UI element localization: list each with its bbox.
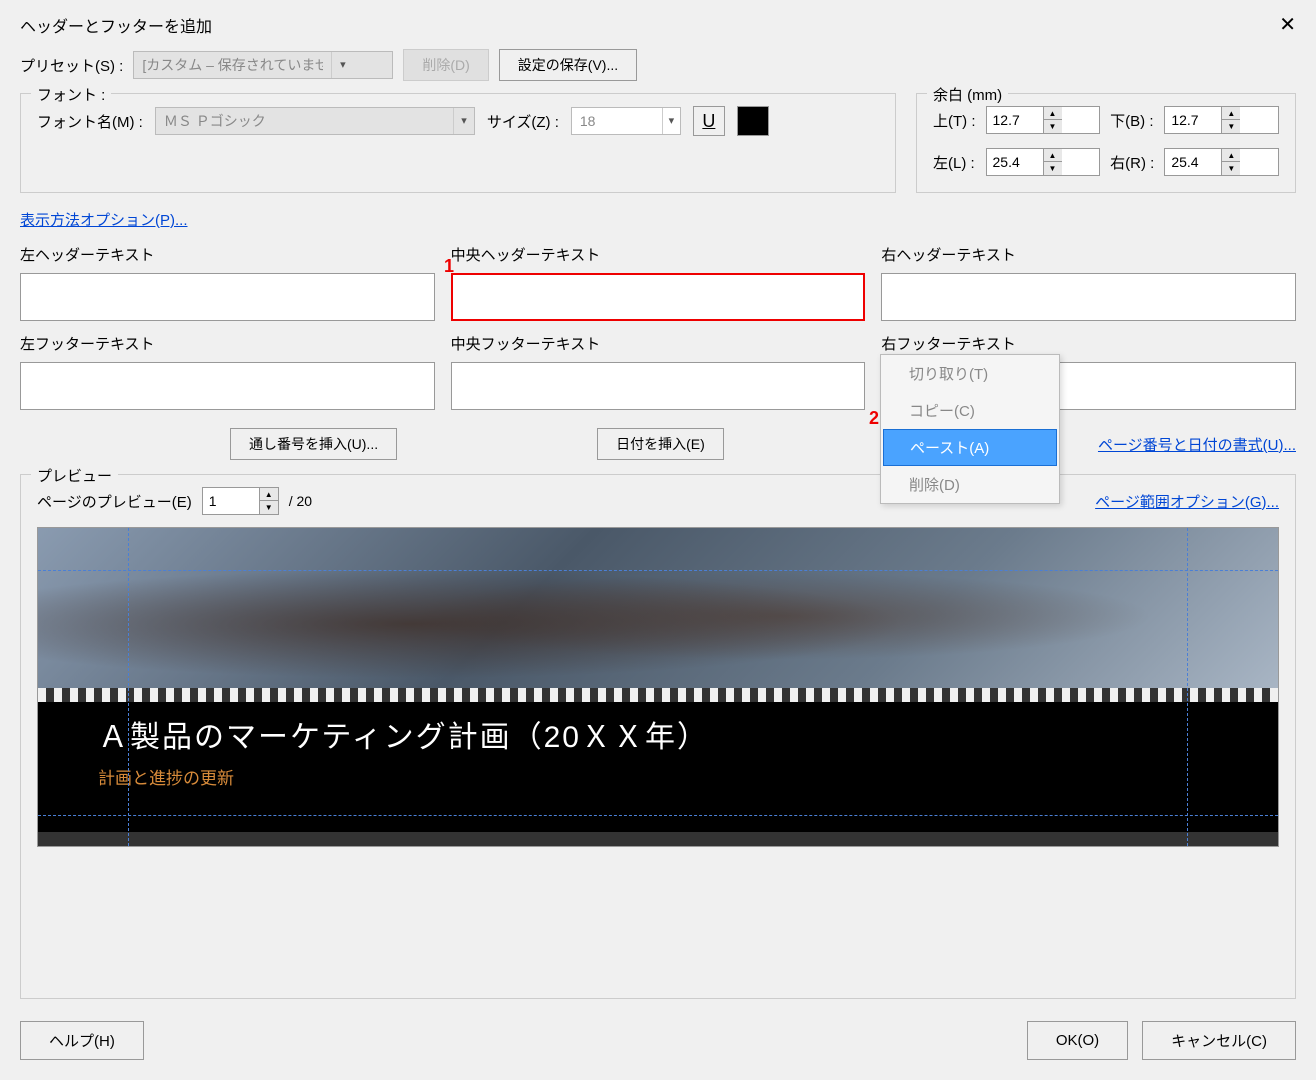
up-icon[interactable]: ▲ bbox=[1222, 107, 1240, 120]
preview-legend: プレビュー bbox=[31, 465, 118, 486]
font-fieldset: フォント : フォント名(M) : ▾ サイズ(Z) : ▾ U bbox=[20, 93, 896, 193]
preview-fieldset: プレビュー ページのプレビュー(E) ▲▼ / 20 ページ範囲オプション(G)… bbox=[20, 474, 1296, 999]
margin-bottom-input[interactable] bbox=[1165, 107, 1221, 133]
margin-top-input[interactable] bbox=[987, 107, 1043, 133]
down-icon[interactable]: ▼ bbox=[260, 501, 278, 514]
chevron-down-icon[interactable]: ▾ bbox=[662, 108, 680, 134]
left-header-label: 左ヘッダーテキスト bbox=[20, 244, 435, 265]
close-icon[interactable]: ✕ bbox=[1279, 12, 1296, 37]
preview-dark: Ａ製品のマーケティング計画（20ＸＸ年） 計画と進捗の更新 bbox=[38, 702, 1278, 832]
down-icon[interactable]: ▼ bbox=[1044, 120, 1062, 133]
left-header-input[interactable] bbox=[20, 273, 435, 321]
context-copy: コピー(C) bbox=[881, 392, 1059, 429]
up-icon[interactable]: ▲ bbox=[260, 488, 278, 501]
margin-right-spin[interactable]: ▲▼ bbox=[1164, 148, 1279, 176]
right-header-input[interactable] bbox=[881, 273, 1296, 321]
page-total-label: / 20 bbox=[289, 493, 312, 509]
margin-legend: 余白 (mm) bbox=[927, 84, 1008, 105]
margin-fieldset: 余白 (mm) 上(T) : ▲▼ 下(B) : ▲▼ 左(L) : ▲▼ 右(… bbox=[916, 93, 1296, 193]
center-header-input[interactable] bbox=[451, 273, 866, 321]
page-date-format-link[interactable]: ページ番号と日付の書式(U)... bbox=[1098, 434, 1296, 455]
down-icon[interactable]: ▼ bbox=[1044, 162, 1062, 175]
down-icon[interactable]: ▼ bbox=[1222, 120, 1240, 133]
insert-page-number-button[interactable]: 通し番号を挿入(U)... bbox=[230, 428, 397, 460]
chevron-down-icon[interactable]: ▾ bbox=[453, 108, 474, 134]
font-name-input[interactable] bbox=[156, 108, 453, 134]
preview-big-text: Ａ製品のマーケティング計画（20ＸＸ年） bbox=[98, 712, 1218, 756]
up-icon[interactable]: ▲ bbox=[1044, 149, 1062, 162]
page-preview-input[interactable] bbox=[203, 488, 259, 514]
display-options-link[interactable]: 表示方法オプション(P)... bbox=[20, 209, 1296, 230]
margin-left-label: 左(L) : bbox=[933, 152, 976, 173]
header-footer-dialog: ヘッダーとフッターを追加 ✕ プリセット(S) : ▾ 削除(D) 設定の保存(… bbox=[0, 0, 1316, 1080]
text-grid: 1 左ヘッダーテキスト 中央ヘッダーテキスト 右ヘッダーテキスト 左フッターテキ… bbox=[20, 244, 1296, 410]
margin-bottom-spin[interactable]: ▲▼ bbox=[1164, 106, 1279, 134]
underline-button[interactable]: U bbox=[693, 106, 725, 136]
insert-row: 通し番号を挿入(U)... 日付を挿入(E) ページ番号と日付の書式(U)... bbox=[20, 428, 1296, 460]
preview-sub-text: 計画と進捗の更新 bbox=[98, 764, 1218, 789]
dialog-title: ヘッダーとフッターを追加 bbox=[20, 13, 212, 37]
marker-1: 1 bbox=[444, 256, 454, 277]
preset-row: プリセット(S) : ▾ 削除(D) 設定の保存(V)... bbox=[20, 49, 1296, 81]
marker-2: 2 bbox=[869, 408, 879, 429]
page-preview-spin[interactable]: ▲▼ bbox=[202, 487, 279, 515]
insert-date-button[interactable]: 日付を挿入(E) bbox=[597, 428, 724, 460]
font-name-label: フォント名(M) : bbox=[37, 111, 143, 132]
color-button[interactable] bbox=[737, 106, 769, 136]
center-header-label: 中央ヘッダーテキスト bbox=[451, 244, 866, 265]
ok-button[interactable]: OK(O) bbox=[1027, 1021, 1128, 1060]
margin-top-spin[interactable]: ▲▼ bbox=[986, 106, 1101, 134]
footer-row: ヘルプ(H) OK(O) キャンセル(C) bbox=[20, 1009, 1296, 1060]
save-settings-button[interactable]: 設定の保存(V)... bbox=[499, 49, 637, 81]
font-legend: フォント : bbox=[31, 84, 111, 105]
preview-canvas: Ａ製品のマーケティング計画（20ＸＸ年） 計画と進捗の更新 bbox=[37, 527, 1279, 847]
cancel-button[interactable]: キャンセル(C) bbox=[1142, 1021, 1296, 1060]
context-cut: 切り取り(T) bbox=[881, 355, 1059, 392]
right-header-label: 右ヘッダーテキスト bbox=[881, 244, 1296, 265]
context-menu: 切り取り(T) コピー(C) ペースト(A) 削除(D) bbox=[880, 354, 1060, 504]
delete-button: 削除(D) bbox=[403, 49, 488, 81]
preset-input[interactable] bbox=[134, 52, 331, 78]
left-footer-input[interactable] bbox=[20, 362, 435, 410]
context-delete: 削除(D) bbox=[881, 466, 1059, 503]
titlebar: ヘッダーとフッターを追加 ✕ bbox=[0, 0, 1316, 49]
margin-right-input[interactable] bbox=[1165, 149, 1221, 175]
center-footer-input[interactable] bbox=[451, 362, 866, 410]
margin-bottom-label: 下(B) : bbox=[1110, 110, 1154, 131]
up-icon[interactable]: ▲ bbox=[1044, 107, 1062, 120]
preview-image bbox=[38, 528, 1278, 688]
font-size-input[interactable] bbox=[572, 108, 662, 134]
margin-left-spin[interactable]: ▲▼ bbox=[986, 148, 1101, 176]
page-range-link[interactable]: ページ範囲オプション(G)... bbox=[1095, 491, 1279, 512]
help-button[interactable]: ヘルプ(H) bbox=[20, 1021, 144, 1060]
right-footer-label: 右フッターテキスト bbox=[881, 333, 1296, 354]
margin-left-input[interactable] bbox=[987, 149, 1043, 175]
preset-label: プリセット(S) : bbox=[20, 55, 123, 76]
tear-divider bbox=[38, 688, 1278, 702]
font-size-label: サイズ(Z) : bbox=[487, 111, 559, 132]
preset-combo[interactable]: ▾ bbox=[133, 51, 393, 79]
center-footer-label: 中央フッターテキスト bbox=[451, 333, 866, 354]
font-size-combo[interactable]: ▾ bbox=[571, 107, 681, 135]
context-paste[interactable]: ペースト(A) bbox=[883, 429, 1057, 466]
margin-right-label: 右(R) : bbox=[1110, 152, 1154, 173]
up-icon[interactable]: ▲ bbox=[1222, 149, 1240, 162]
margin-top-label: 上(T) : bbox=[933, 110, 976, 131]
font-name-combo[interactable]: ▾ bbox=[155, 107, 475, 135]
page-preview-label: ページのプレビュー(E) bbox=[37, 491, 192, 512]
down-icon[interactable]: ▼ bbox=[1222, 162, 1240, 175]
chevron-down-icon[interactable]: ▾ bbox=[331, 52, 353, 78]
left-footer-label: 左フッターテキスト bbox=[20, 333, 435, 354]
